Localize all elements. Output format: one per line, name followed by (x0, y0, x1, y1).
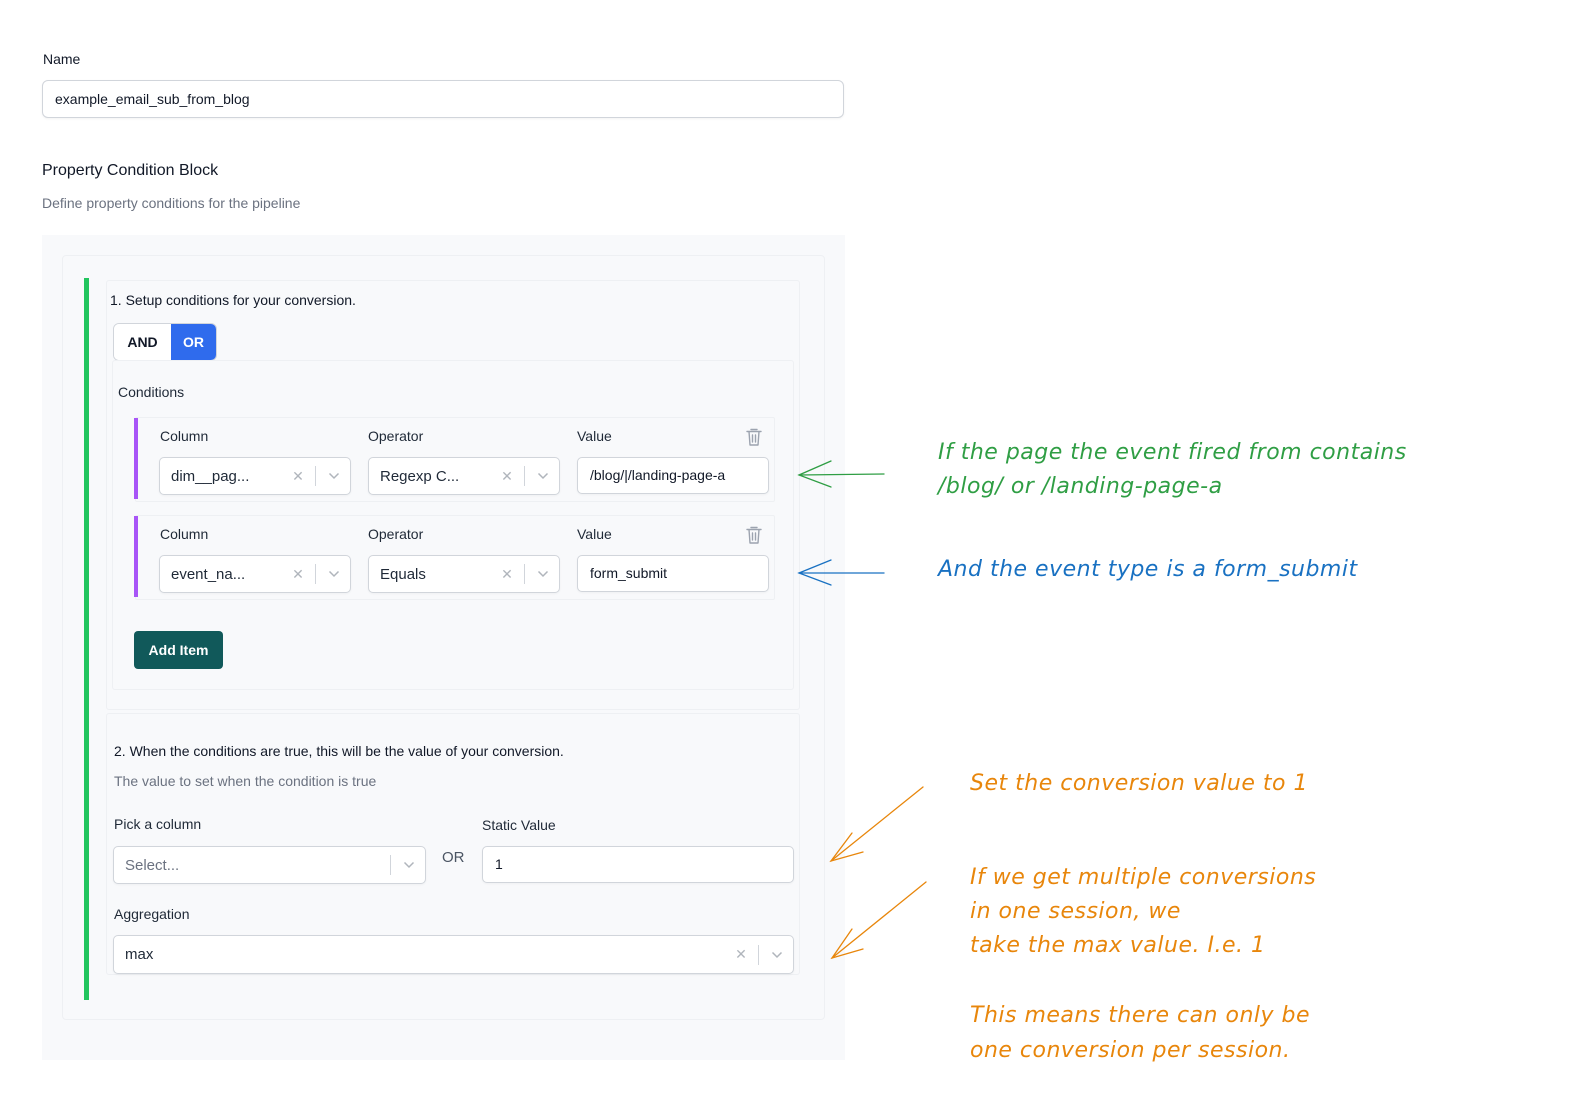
select-separator (758, 944, 759, 965)
chevron-down-icon[interactable] (531, 570, 555, 578)
annotation-page-condition: If the page the event fired from contain… (938, 436, 1407, 504)
value-input[interactable]: /blog/|/landing-page-a (577, 457, 769, 494)
aggregation-label: Aggregation (114, 906, 190, 922)
step2-description: The value to set when the condition is t… (114, 773, 377, 789)
annotation-line: one conversion per session. (970, 1038, 1291, 1063)
condition-row-accent-bar (134, 516, 138, 597)
annotation-line: If we get multiple conversions (970, 865, 1317, 890)
select-separator (315, 466, 316, 486)
static-value-label: Static Value (482, 817, 556, 833)
section-description: Define property conditions for the pipel… (42, 195, 301, 211)
value-input[interactable]: form_submit (577, 555, 769, 592)
chevron-down-icon[interactable] (397, 861, 421, 869)
value-label: Value (577, 526, 612, 542)
step2-title: 2. When the conditions are true, this wi… (114, 743, 564, 759)
value-label: Value (577, 428, 612, 444)
name-input[interactable]: example_email_sub_from_blog (42, 80, 844, 118)
chevron-down-icon[interactable] (322, 472, 346, 480)
conditions-label: Conditions (118, 384, 185, 400)
aggregation-select-value: max (125, 946, 154, 963)
annotation-aggregation: If we get multiple conversions in one se… (970, 861, 1316, 963)
condition-row-accent-bar (134, 418, 138, 499)
annotation-conversion-value: Set the conversion value to 1 (970, 767, 1308, 801)
logic-toggle: AND OR (113, 323, 217, 361)
annotation-line: Set the conversion value to 1 (970, 771, 1308, 796)
operator-select[interactable]: Regexp C... ✕ (368, 457, 560, 495)
column-select[interactable]: dim__pag... ✕ (159, 457, 351, 495)
operator-select-value: Equals (380, 565, 426, 583)
annotation-line: If the page the event fired from contain… (938, 440, 1407, 465)
select-separator (524, 564, 525, 584)
toggle-and-button[interactable]: AND (114, 324, 171, 360)
pick-column-select[interactable]: Select... (113, 846, 426, 884)
column-select-value: event_na... (171, 565, 246, 583)
annotation-line: This means there can only be (970, 1003, 1311, 1028)
trash-icon (746, 526, 762, 544)
delete-condition-button[interactable] (745, 525, 763, 550)
add-item-button[interactable]: Add Item (134, 631, 223, 669)
x-icon[interactable]: ✕ (730, 946, 752, 963)
select-separator (390, 855, 391, 875)
operator-select-value: Regexp C... (380, 467, 460, 485)
annotation-line: And the event type is a form_submit (938, 557, 1358, 582)
chevron-down-icon[interactable] (531, 472, 555, 480)
column-select[interactable]: event_na... ✕ (159, 555, 351, 593)
trash-icon (746, 428, 762, 446)
name-label: Name (43, 51, 81, 67)
static-value-input[interactable]: 1 (482, 846, 794, 883)
delete-condition-button[interactable] (745, 427, 763, 452)
annotation-event-type: And the event type is a form_submit (938, 553, 1358, 587)
step1-title: 1. Setup conditions for your conversion. (110, 292, 356, 308)
column-label: Column (160, 428, 209, 444)
annotation-line: take the max value. I.e. 1 (970, 933, 1266, 958)
section-title: Property Condition Block (42, 162, 219, 179)
x-icon[interactable]: ✕ (287, 468, 309, 485)
orange-arrow-aggregation (830, 881, 927, 960)
chevron-down-icon[interactable] (322, 570, 346, 578)
select-separator (315, 564, 316, 584)
x-icon[interactable]: ✕ (496, 566, 518, 583)
column-select-value: dim__pag... (171, 467, 250, 485)
condition-block-accent-bar (84, 278, 89, 1000)
toggle-or-button[interactable]: OR (171, 324, 216, 360)
operator-select[interactable]: Equals ✕ (368, 555, 560, 593)
pick-column-label: Pick a column (114, 816, 202, 832)
or-divider-label: OR (442, 849, 465, 866)
annotation-line: /blog/ or /landing-page-a (938, 474, 1223, 500)
select-separator (524, 466, 525, 486)
annotation-line: in one session, we (970, 899, 1181, 924)
operator-label: Operator (368, 428, 424, 444)
x-icon[interactable]: ✕ (287, 566, 309, 583)
pick-column-placeholder: Select... (125, 856, 180, 874)
annotation-one-per-session: This means there can only be one convers… (970, 998, 1310, 1068)
column-label: Column (160, 526, 209, 542)
chevron-down-icon[interactable] (765, 951, 789, 959)
aggregation-select[interactable]: max ✕ (113, 935, 794, 974)
operator-label: Operator (368, 526, 424, 542)
x-icon[interactable]: ✕ (496, 468, 518, 485)
